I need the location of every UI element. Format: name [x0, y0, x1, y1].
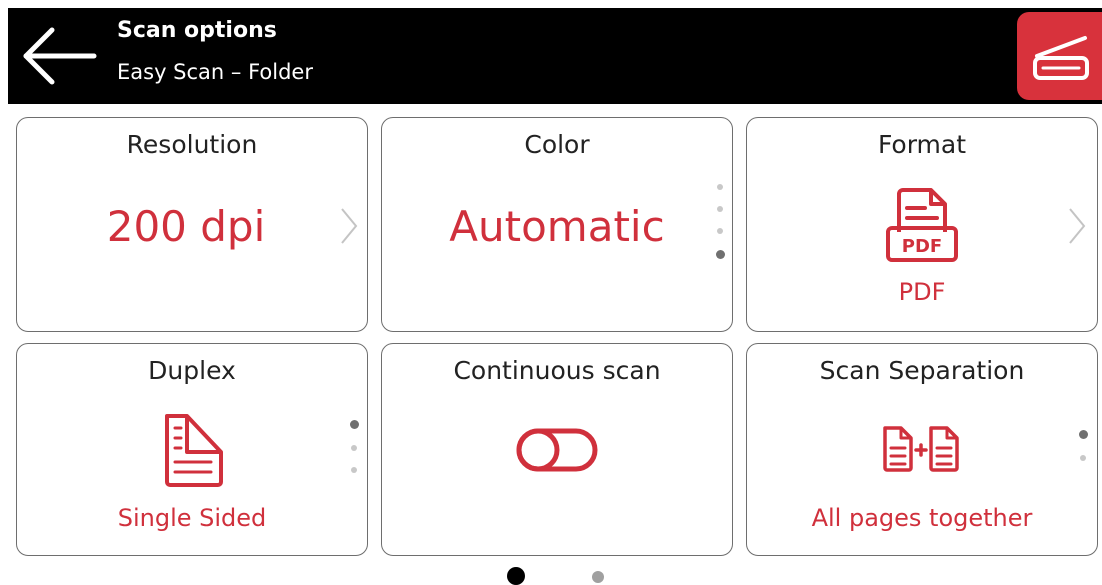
resolution-label: Resolution [126, 130, 258, 159]
scanner-icon [1033, 36, 1089, 80]
format-label: Format [877, 130, 967, 159]
pdf-icon-text: PDF [902, 236, 942, 257]
chevron-right-icon [339, 206, 359, 246]
continuous-scan-tile[interactable]: Continuous scan [381, 343, 733, 556]
continuous-scan-label: Continuous scan [453, 356, 661, 385]
chevron-right-icon [1067, 206, 1087, 246]
color-label: Color [524, 130, 590, 159]
options-indicator [715, 184, 725, 275]
color-value: Automatic [449, 202, 665, 251]
options-indicator [1078, 430, 1088, 477]
resolution-tile[interactable]: Resolution 200 dpi [16, 117, 368, 332]
color-tile[interactable]: Color Automatic [381, 117, 733, 332]
resolution-value: 200 dpi [106, 202, 266, 251]
page-indicator-2[interactable] [592, 571, 604, 583]
options-indicator [349, 420, 359, 489]
scan-separation-label: Scan Separation [819, 356, 1025, 385]
toggle-off-icon[interactable] [516, 428, 598, 472]
single-sided-page-icon [163, 412, 225, 488]
format-tile[interactable]: Format PDF PDF [746, 117, 1098, 332]
back-button[interactable] [18, 22, 98, 90]
scan-separation-tile[interactable]: Scan Separation All pages together [746, 343, 1098, 556]
page-title: Scan options [117, 18, 277, 43]
page-indicator-1[interactable] [507, 567, 525, 585]
duplex-value: Single Sided [117, 504, 267, 532]
start-scan-button[interactable] [1017, 12, 1102, 100]
duplex-label: Duplex [148, 356, 236, 385]
page-subtitle: Easy Scan – Folder [117, 60, 313, 84]
duplex-tile[interactable]: Duplex Single Sided [16, 343, 368, 556]
pdf-file-icon: PDF [885, 188, 959, 264]
format-value: PDF [898, 278, 946, 306]
scan-separation-value: All pages together [811, 504, 1033, 532]
arrow-left-icon [23, 27, 97, 85]
merge-pages-icon [881, 424, 963, 474]
header-bar: Scan options Easy Scan – Folder [8, 8, 1102, 104]
